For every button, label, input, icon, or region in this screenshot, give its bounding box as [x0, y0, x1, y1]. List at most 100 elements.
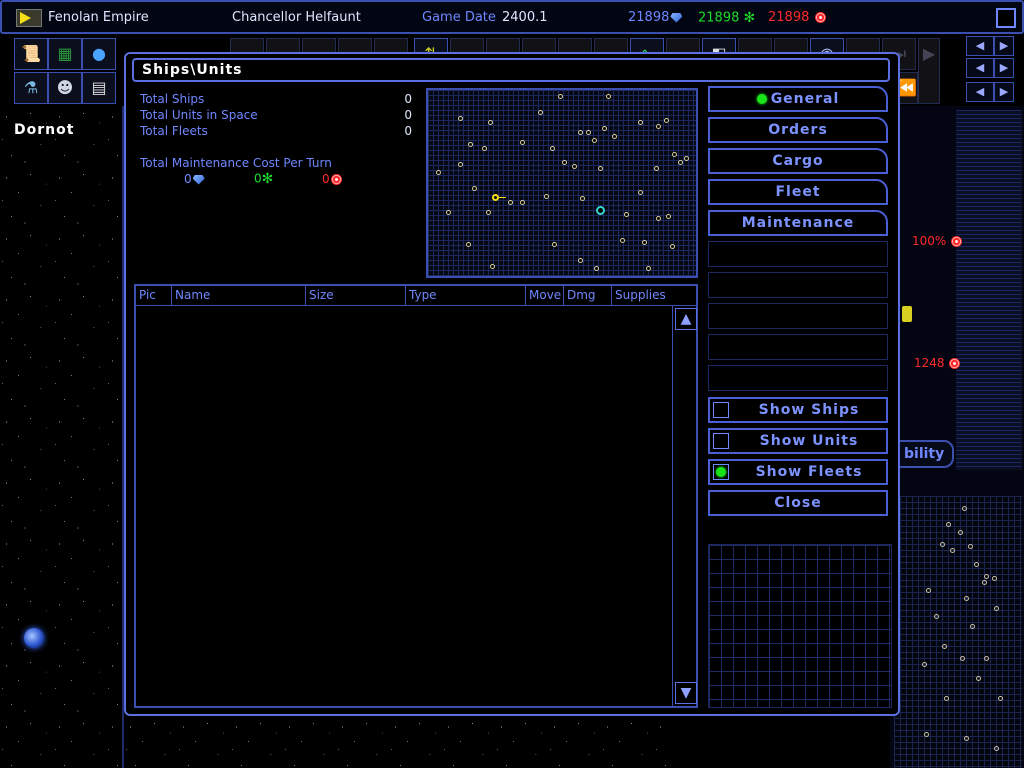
star-system-marker[interactable] — [586, 130, 591, 135]
table-scrollbar[interactable]: ▲ ▼ — [672, 306, 698, 706]
star-system-marker — [984, 656, 989, 661]
star-system-marker[interactable] — [664, 118, 669, 123]
star-system-marker[interactable] — [490, 264, 495, 269]
star-system-marker[interactable] — [678, 160, 683, 165]
arrow-up-icon[interactable]: ▲ — [675, 308, 697, 330]
star-system-marker[interactable] — [620, 238, 625, 243]
star-system-marker[interactable] — [638, 190, 643, 195]
scroll-icon[interactable]: 📜 — [14, 38, 48, 70]
star-system-marker[interactable] — [646, 266, 651, 271]
star-system-marker[interactable] — [666, 214, 671, 219]
star-system-marker[interactable] — [550, 146, 555, 151]
star-system-marker — [964, 736, 969, 741]
star-system-marker[interactable] — [482, 146, 487, 151]
column-header-name[interactable]: Name — [172, 286, 306, 306]
star-system-marker[interactable] — [520, 200, 525, 205]
star-system-marker[interactable] — [612, 134, 617, 139]
tab-cargo[interactable]: Cargo — [708, 148, 888, 174]
tab-fleet[interactable]: Fleet — [708, 179, 888, 205]
flask-icon[interactable]: ⚗ — [14, 72, 48, 104]
star-system-marker[interactable] — [656, 124, 661, 129]
column-header-pic[interactable]: Pic — [136, 286, 172, 306]
star-system-marker[interactable] — [606, 94, 611, 99]
star-system-marker[interactable] — [602, 126, 607, 131]
dialog-title-bar[interactable]: Ships\Units — [132, 58, 890, 82]
tab-general[interactable]: General — [708, 86, 888, 112]
column-header-dmg[interactable]: Dmg — [564, 286, 612, 306]
window-minimize-button[interactable] — [996, 8, 1016, 28]
star-system-marker[interactable] — [458, 162, 463, 167]
star-system-marker[interactable] — [684, 156, 689, 161]
column-header-move[interactable]: Move — [526, 286, 564, 306]
checkbox-box[interactable] — [713, 433, 729, 449]
star-system-marker[interactable] — [594, 266, 599, 271]
planet-icon[interactable]: ● — [82, 38, 116, 70]
star-system-marker[interactable] — [486, 210, 491, 215]
scroll-right-icon[interactable]: ▶ — [994, 58, 1014, 78]
star-system-marker[interactable] — [562, 160, 567, 165]
empty-slot — [708, 272, 888, 298]
circuit-icon[interactable]: ▦ — [48, 38, 82, 70]
column-header-supplies[interactable]: Supplies — [612, 286, 698, 306]
column-header-type[interactable]: Type — [406, 286, 526, 306]
left-system-panel — [0, 106, 124, 768]
star-system-marker[interactable] — [544, 194, 549, 199]
galaxy-minimap[interactable] — [426, 88, 698, 278]
scroll-left-icon[interactable]: ◀ — [966, 58, 994, 78]
star-system-marker[interactable] — [578, 130, 583, 135]
leader-name: Chancellor Helfaunt — [232, 10, 361, 25]
star-system-marker[interactable] — [580, 196, 585, 201]
ability-button[interactable]: bility — [896, 440, 954, 468]
star-system-marker[interactable] — [472, 186, 477, 191]
document-icon[interactable]: ▤ — [82, 72, 116, 104]
star-system-marker[interactable] — [520, 140, 525, 145]
scroll-left-icon[interactable]: ◀ — [966, 82, 994, 102]
selected-system-marker[interactable] — [596, 206, 605, 215]
star-system-marker[interactable] — [468, 142, 473, 147]
star-system-marker[interactable] — [656, 216, 661, 221]
organics-icon: ✻ — [261, 171, 274, 187]
star-system-marker[interactable] — [598, 166, 603, 171]
show-fleets-checkbox[interactable]: Show Fleets — [708, 459, 888, 485]
star-system-marker[interactable] — [466, 242, 471, 247]
star-system-marker[interactable] — [672, 152, 677, 157]
show-units-checkbox[interactable]: Show Units — [708, 428, 888, 454]
show-ships-checkbox[interactable]: Show Ships — [708, 397, 888, 423]
checkbox-box-checked[interactable] — [713, 464, 729, 480]
star-system-marker[interactable] — [578, 258, 583, 263]
star-system-marker[interactable] — [558, 94, 563, 99]
tab-maintenance[interactable]: Maintenance — [708, 210, 888, 236]
star-system-marker[interactable] — [458, 116, 463, 121]
star-system-marker[interactable] — [436, 170, 441, 175]
star-system-marker[interactable] — [670, 244, 675, 249]
checkbox-box[interactable] — [713, 402, 729, 418]
radioactives-icon — [949, 358, 961, 369]
star-system-marker[interactable] — [642, 240, 647, 245]
star-system-marker[interactable] — [552, 242, 557, 247]
star-system-marker[interactable] — [538, 110, 543, 115]
star-system-marker[interactable] — [508, 200, 513, 205]
column-header-size[interactable]: Size — [306, 286, 406, 306]
star-system-marker[interactable] — [488, 120, 493, 125]
alien-icon[interactable]: ☻ — [48, 72, 82, 104]
game-date-label: Game Date — [422, 10, 496, 25]
maintenance-label: Total Maintenance Cost Per Turn — [140, 156, 332, 170]
star-system-marker[interactable] — [654, 166, 659, 171]
scroll-right-icon[interactable]: ▶ — [994, 36, 1014, 56]
scroll-left-icon[interactable]: ◀ — [966, 36, 994, 56]
empire-flag-icon[interactable] — [16, 9, 42, 27]
star-system-marker[interactable] — [624, 212, 629, 217]
scroll-right-icon[interactable]: ▶ — [994, 82, 1014, 102]
star-system-marker[interactable] — [572, 164, 577, 169]
ship-sprite-icon[interactable] — [24, 628, 44, 648]
star-system-marker[interactable] — [446, 210, 451, 215]
bg-percent: 100% — [912, 234, 963, 248]
next-arrow-icon[interactable]: ▶ — [918, 38, 940, 104]
planet-name[interactable]: Dornot — [14, 122, 74, 138]
star-system-marker[interactable] — [592, 138, 597, 143]
star-system-marker[interactable] — [638, 120, 643, 125]
close-button[interactable]: Close — [708, 490, 888, 516]
arrow-down-icon[interactable]: ▼ — [675, 682, 697, 704]
organics-resource: 21898 ✻ — [698, 10, 756, 26]
tab-orders[interactable]: Orders — [708, 117, 888, 143]
